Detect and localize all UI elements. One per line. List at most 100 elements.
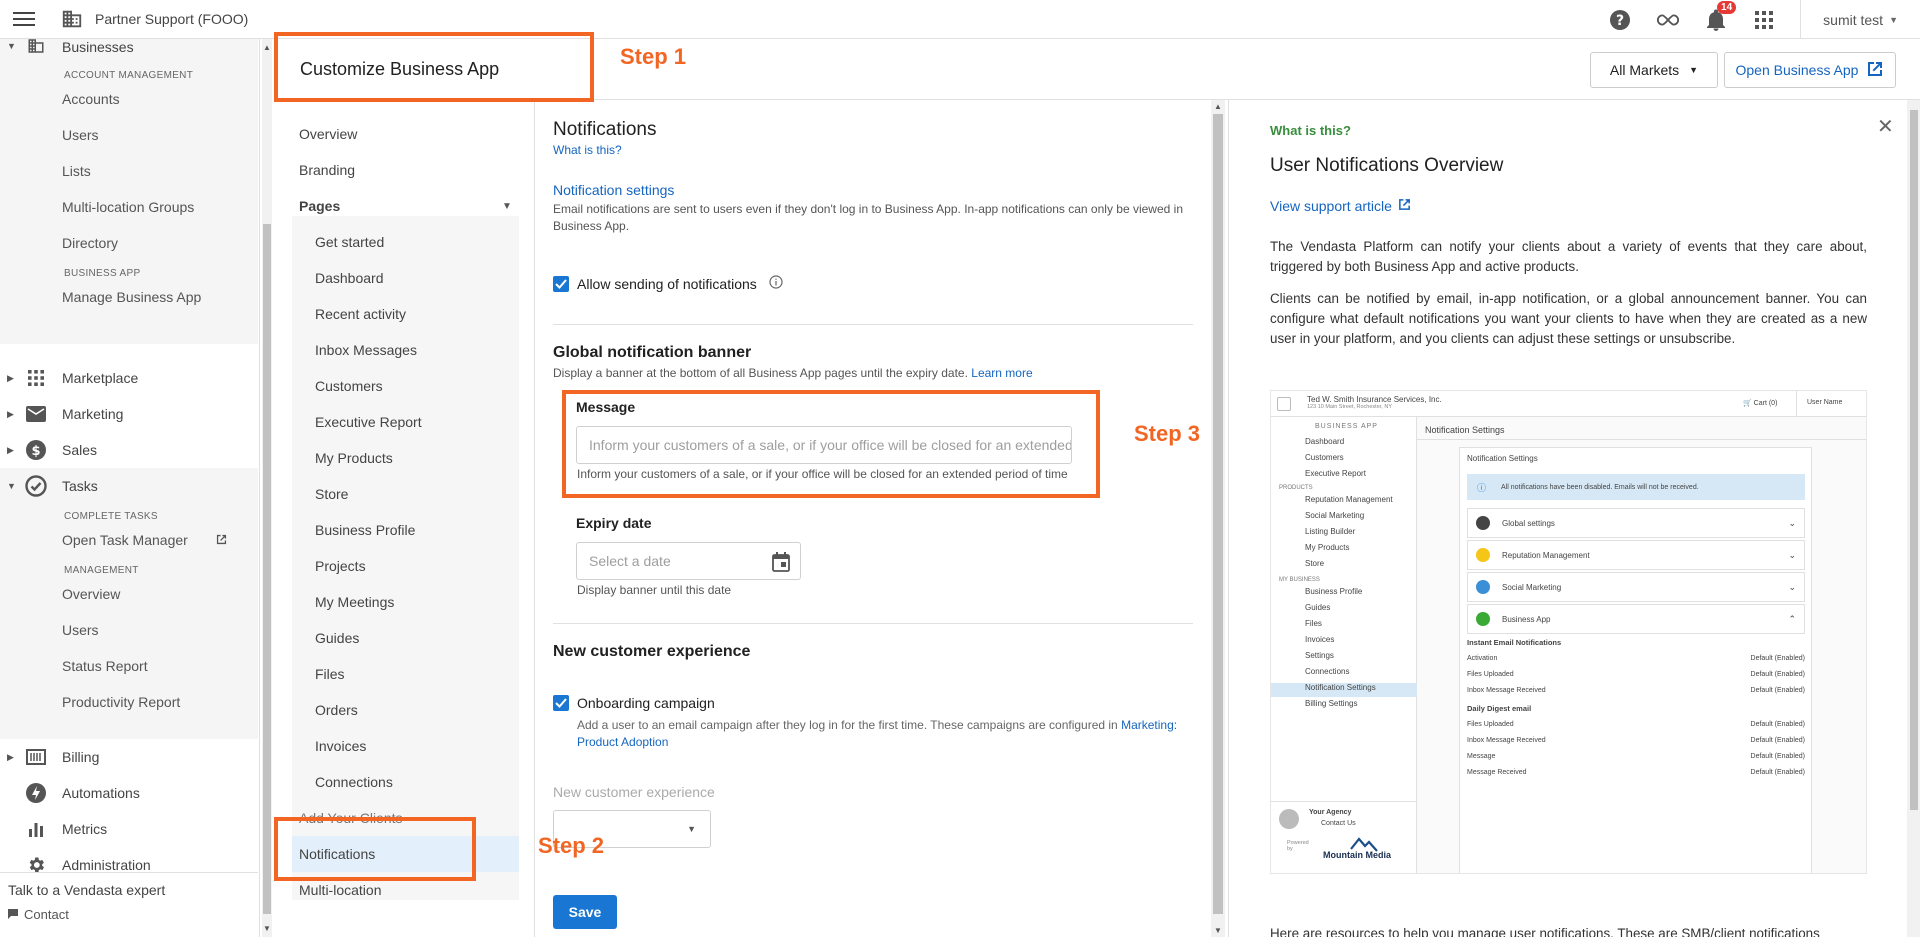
sidebar-scroll-thumb[interactable]: [263, 224, 271, 914]
sidebar-item-open-task-manager[interactable]: Open Task Manager: [0, 522, 258, 558]
caret-right-icon: ▶: [7, 408, 14, 419]
screenshot-footer-divider: [1271, 801, 1417, 802]
step1-label: Step 1: [620, 44, 687, 69]
subnav-page-item[interactable]: Inbox Messages: [315, 342, 417, 358]
close-icon[interactable]: ✕: [1877, 114, 1894, 139]
sidebar-item-marketing[interactable]: ▶ Marketing: [0, 396, 258, 432]
screenshot-setting-row: Inbox Message Received Default (Enabled): [1467, 737, 1805, 744]
sidebar-scrollbar[interactable]: ▲ ▼: [262, 39, 272, 937]
help-scroll-thumb[interactable]: [1910, 110, 1918, 810]
scroll-down-icon[interactable]: ▼: [263, 924, 271, 933]
sidebar-item-users-management[interactable]: Users: [0, 612, 258, 648]
sidebar-item-lists[interactable]: Lists: [0, 153, 258, 189]
allow-notifications-checkbox[interactable]: [553, 275, 569, 292]
help-scrollbar[interactable]: [1907, 100, 1920, 937]
screenshot-header-line: [1417, 439, 1866, 440]
contact-link[interactable]: Contact: [0, 907, 258, 922]
subnav-page-item[interactable]: Files: [315, 666, 345, 682]
sidebar-item-multi-location-groups[interactable]: Multi-location Groups: [0, 189, 258, 225]
sidebar-item-sales[interactable]: ▶ $ Sales: [0, 432, 258, 468]
onboarding-checkbox[interactable]: [553, 695, 569, 711]
sidebar-item-manage-business-app[interactable]: Manage Business App: [0, 279, 258, 315]
expiry-date-input[interactable]: Select a date: [576, 542, 801, 580]
screenshot-user: User Name: [1807, 399, 1843, 406]
infinity-icon[interactable]: [1656, 8, 1680, 32]
sidebar-item-billing[interactable]: ▶ Billing: [0, 739, 258, 775]
subnav-page-item[interactable]: Projects: [315, 558, 366, 574]
subnav-page-item[interactable]: Executive Report: [315, 414, 422, 430]
subnav-page-item[interactable]: Customers: [315, 378, 383, 394]
user-menu[interactable]: sumit test ▼: [1823, 12, 1898, 28]
sidebar-item-accounts[interactable]: Accounts: [0, 81, 258, 117]
subnav-page-item[interactable]: My Meetings: [315, 594, 394, 610]
subnav-pages[interactable]: Pages: [299, 198, 340, 214]
subnav-multi-location[interactable]: Multi-location: [299, 882, 381, 898]
sidebar-item-productivity-report[interactable]: Productivity Report: [0, 684, 258, 720]
scroll-up-icon[interactable]: ▲: [263, 43, 271, 52]
talk-to-expert[interactable]: Talk to a Vendasta expert: [0, 873, 258, 907]
form-scrollbar[interactable]: ▲ ▼: [1211, 100, 1225, 937]
step1-highlight-box: [274, 32, 594, 102]
subnav-page-item[interactable]: Orders: [315, 702, 358, 718]
screenshot-accordion-icon: [1476, 580, 1490, 594]
form-scroll-thumb[interactable]: [1213, 114, 1223, 914]
subnav-page-item[interactable]: Invoices: [315, 738, 366, 754]
chevron-icon: ⌄: [1788, 517, 1796, 528]
screenshot-main: Notification Settings Notification Setti…: [1417, 417, 1866, 873]
scroll-down-icon[interactable]: ▼: [1214, 926, 1222, 935]
partner-title: Partner Support (FOOO): [95, 11, 249, 27]
open-business-app-button[interactable]: Open Business App: [1724, 52, 1896, 88]
what-is-this-link[interactable]: What is this?: [553, 143, 622, 157]
support-article-link[interactable]: View support article: [1270, 198, 1411, 214]
menu-icon[interactable]: [13, 8, 35, 30]
screenshot-setting-name: Inbox Message Received: [1467, 737, 1546, 744]
caret-down-icon[interactable]: ▼: [502, 201, 512, 212]
subnav-page-item[interactable]: Get started: [315, 234, 384, 250]
learn-more-link[interactable]: Learn more: [971, 366, 1032, 380]
businesses-group: ▼ Businesses ACCOUNT MANAGEMENT Accounts…: [0, 39, 258, 344]
sidebar-item-businesses[interactable]: ▼ Businesses: [0, 39, 258, 55]
user-name: sumit test: [1823, 11, 1884, 28]
tasks-group: ▼ Tasks COMPLETE TASKS Open Task Manager…: [0, 468, 258, 779]
notifications-icon[interactable]: 14: [1704, 0, 1737, 32]
subnav-page-item[interactable]: Connections: [315, 774, 393, 790]
screenshot-powered-by: Powered by: [1287, 840, 1309, 852]
sidebar-item-directory[interactable]: Directory: [0, 225, 258, 261]
save-button[interactable]: Save: [553, 895, 617, 929]
subnav-page-item[interactable]: Guides: [315, 630, 359, 646]
sidebar-item-overview[interactable]: Overview: [0, 576, 258, 612]
notification-settings-link[interactable]: Notification settings: [553, 182, 674, 198]
screenshot-accordion-label: Global settings: [1502, 518, 1555, 528]
info-icon: ⓘ: [1477, 482, 1487, 493]
sidebar-item-tasks[interactable]: ▼ Tasks: [0, 468, 258, 504]
screenshot-setting-name: Message: [1467, 753, 1496, 760]
sidebar-item-status-report[interactable]: Status Report: [0, 648, 258, 684]
scroll-up-icon[interactable]: ▲: [1214, 102, 1222, 111]
apps-grid-icon[interactable]: [1752, 8, 1776, 32]
info-icon[interactable]: [769, 275, 783, 292]
screenshot-side-item: My Products: [1305, 543, 1350, 552]
subnav-page-item[interactable]: Store: [315, 486, 348, 502]
expiry-hint: Display banner until this date: [577, 583, 732, 597]
caret-down-icon: ▼: [7, 481, 16, 491]
section-management: MANAGEMENT: [64, 565, 139, 576]
screenshot-accordion-label: Social Marketing: [1502, 582, 1562, 592]
subnav-branding[interactable]: Branding: [299, 162, 355, 178]
sidebar-item-users[interactable]: Users: [0, 117, 258, 153]
sidebar-footer: Talk to a Vendasta expert Contact: [0, 872, 258, 922]
subnav-page-item[interactable]: My Products: [315, 450, 393, 466]
subnav-overview[interactable]: Overview: [299, 126, 357, 142]
screenshot-side-item: Connections: [1305, 667, 1350, 676]
sidebar-item-automations[interactable]: Automations: [0, 775, 258, 811]
subnav-page-item[interactable]: Dashboard: [315, 270, 384, 286]
help-icon[interactable]: ?: [1608, 8, 1632, 32]
subnav-page-item[interactable]: Business Profile: [315, 522, 415, 538]
help-what-is-this: What is this?: [1270, 123, 1351, 138]
calendar-icon[interactable]: [772, 552, 790, 575]
sidebar-item-metrics[interactable]: Metrics: [0, 811, 258, 847]
all-markets-dropdown[interactable]: All Markets ▼: [1590, 52, 1718, 88]
screenshot-side-item: Listing Builder: [1305, 527, 1356, 536]
sidebar-item-marketplace[interactable]: ▶ Marketplace: [0, 360, 258, 396]
allow-notifications-row: Allow sending of notifications: [553, 275, 783, 292]
subnav-page-item[interactable]: Recent activity: [315, 306, 406, 322]
